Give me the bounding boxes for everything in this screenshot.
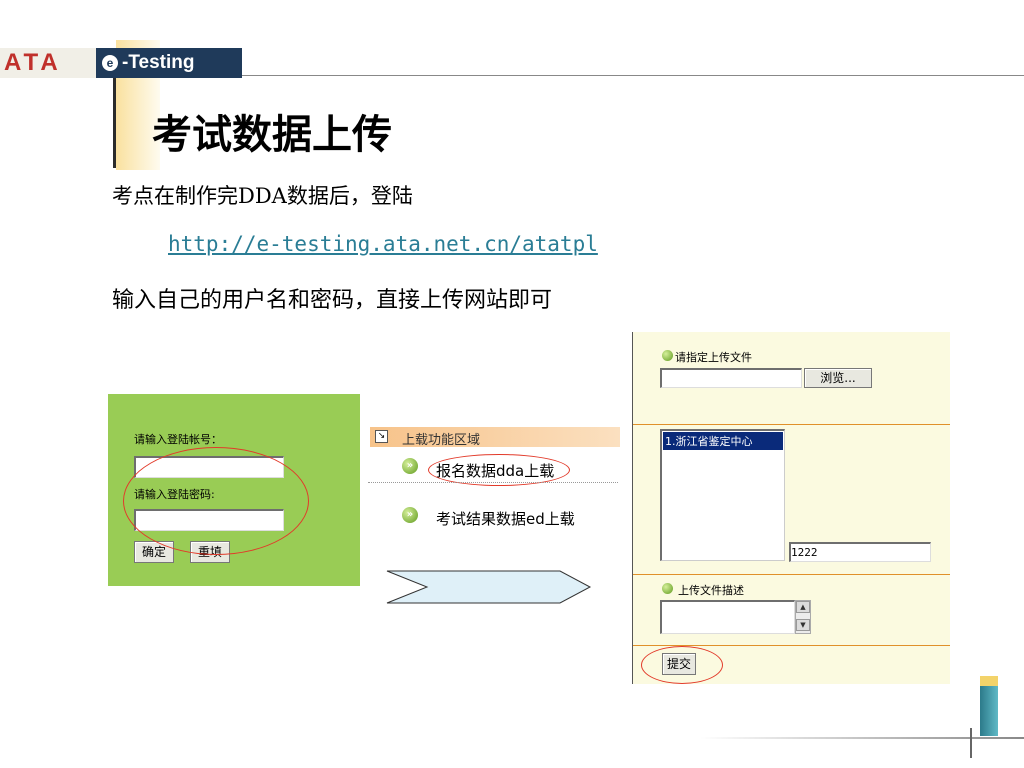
account-label: 请输入登陆帐号： (134, 433, 222, 446)
upload-area-header: ↘ 上载功能区域 (370, 427, 620, 448)
upload-item-ed[interactable]: 考试结果数据ed上载 (436, 508, 575, 529)
bottom-decor-line (700, 737, 1024, 739)
browse-button[interactable]: 浏览... (804, 368, 872, 388)
e-badge-icon: e (102, 55, 118, 71)
left-accent-line (113, 78, 116, 168)
form-separator (633, 574, 950, 575)
collapse-checkbox-icon[interactable]: ↘ (375, 430, 388, 443)
arrow-bullet-icon: » (402, 458, 418, 474)
bottom-decor-vline (970, 728, 972, 758)
item-divider (368, 482, 618, 483)
page-title: 考试数据上传 (152, 111, 392, 158)
submit-highlight-ellipse (641, 646, 723, 684)
code-input[interactable] (789, 542, 931, 562)
scroll-down-icon[interactable]: ▼ (796, 619, 810, 631)
corner-decor-gold (980, 676, 998, 686)
ata-logo: ATA (0, 48, 96, 78)
file-label: 请指定上传文件 (675, 351, 752, 364)
instruction-line-1: 考点在制作完DDA数据后，登陆 (112, 184, 413, 208)
instruction-line-3: 输入自己的用户名和密码，直接上传网站即可 (112, 288, 553, 313)
center-listbox[interactable]: 1.浙江省鉴定中心 (660, 429, 785, 561)
desc-label: 上传文件描述 (678, 584, 744, 597)
desc-scrollbar[interactable]: ▲ ▼ (795, 600, 811, 634)
flow-arrow-icon (386, 570, 592, 604)
ata-logo-text: ATA (4, 49, 62, 76)
upload-area-title: 上载功能区域 (402, 433, 481, 448)
scroll-up-icon[interactable]: ▲ (796, 601, 810, 613)
etesting-logo-text: -Testing (122, 52, 195, 73)
center-option[interactable]: 1.浙江省鉴定中心 (663, 432, 783, 450)
desc-bullet-icon (662, 583, 673, 594)
login-highlight-ellipse (123, 447, 309, 555)
form-separator (633, 424, 950, 425)
etesting-logo: e -Testing (96, 48, 242, 78)
arrow-bullet-icon: » (402, 507, 418, 523)
file-path-input[interactable] (660, 368, 802, 388)
header-divider (242, 75, 1024, 76)
file-bullet-icon (662, 350, 673, 361)
upload-site-link[interactable]: http://e-testing.ata.net.cn/atatpl (168, 232, 598, 256)
description-textarea[interactable] (660, 600, 795, 634)
